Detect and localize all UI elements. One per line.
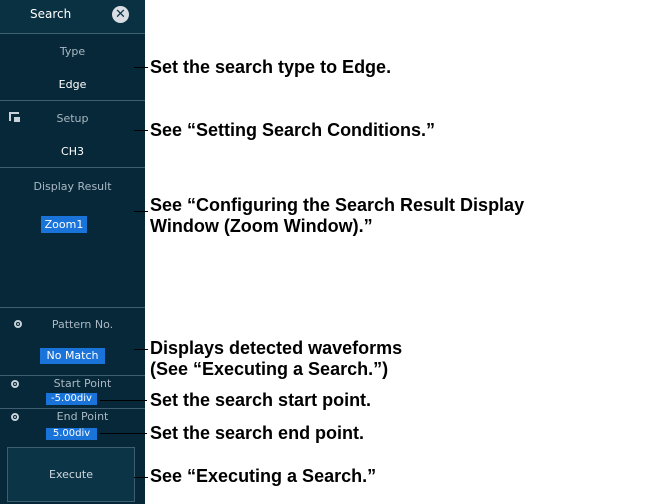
start-point-label: Start Point bbox=[53, 377, 112, 390]
pattern-no-value: No Match bbox=[40, 348, 105, 364]
annotation-display-line2: Window (Zoom Window).” bbox=[150, 216, 373, 236]
pattern-no-softkey[interactable]: Pattern No. No Match bbox=[0, 307, 145, 375]
annotation-execute: See “Executing a Search.” bbox=[150, 466, 377, 486]
annotation-display-line1: See “Configuring the Search Result Displ… bbox=[150, 195, 525, 215]
end-point-label: End Point bbox=[56, 410, 109, 423]
setup-softkey[interactable]: Setup CH3 bbox=[0, 100, 145, 167]
annotation-pattern: Displays detected waveforms (See “Execut… bbox=[150, 338, 402, 380]
callout-line-pattern bbox=[134, 349, 148, 350]
menu-title: Search bbox=[30, 7, 72, 21]
annotation-start: Set the search start point. bbox=[150, 390, 372, 410]
callout-line-execute bbox=[134, 477, 148, 478]
type-value: Edge bbox=[58, 78, 87, 91]
callout-line-type bbox=[134, 67, 148, 68]
execute-button[interactable]: Execute bbox=[7, 447, 135, 502]
setup-value: CH3 bbox=[61, 145, 84, 158]
start-point-softkey[interactable]: Start Point -5.00div bbox=[0, 375, 145, 408]
annotation-end: Set the search end point. bbox=[150, 423, 365, 443]
callout-line-start bbox=[100, 400, 147, 401]
start-point-value: -5.00div bbox=[46, 393, 97, 405]
annotation-display: See “Configuring the Search Result Displ… bbox=[150, 195, 524, 237]
annotation-pattern-line2: (See “Executing a Search.”) bbox=[150, 359, 389, 379]
close-icon[interactable]: ✕ bbox=[112, 6, 129, 23]
callout-line-display bbox=[134, 211, 148, 212]
display-result-label: Display Result bbox=[33, 180, 112, 193]
callout-line-setup bbox=[134, 130, 148, 131]
menu-title-bar: Search ✕ bbox=[0, 0, 145, 33]
annotation-type: Set the search type to Edge. bbox=[150, 57, 392, 77]
end-point-softkey[interactable]: End Point 5.00div bbox=[0, 408, 145, 443]
type-label: Type bbox=[59, 45, 86, 58]
type-softkey[interactable]: Type Edge bbox=[0, 33, 145, 100]
annotation-pattern-line1: Displays detected waveforms bbox=[150, 338, 403, 358]
search-menu-panel: Search ✕ Type Edge Setup CH3 Display Res… bbox=[0, 0, 145, 504]
display-result-value: Zoom1 bbox=[41, 216, 87, 233]
callout-line-end bbox=[100, 433, 147, 434]
pattern-no-label: Pattern No. bbox=[51, 318, 114, 331]
setup-label: Setup bbox=[56, 112, 89, 125]
annotation-setup: See “Setting Search Conditions.” bbox=[150, 120, 436, 140]
end-point-value: 5.00div bbox=[46, 428, 97, 440]
display-result-softkey[interactable]: Display Result Zoom1 bbox=[0, 167, 145, 307]
